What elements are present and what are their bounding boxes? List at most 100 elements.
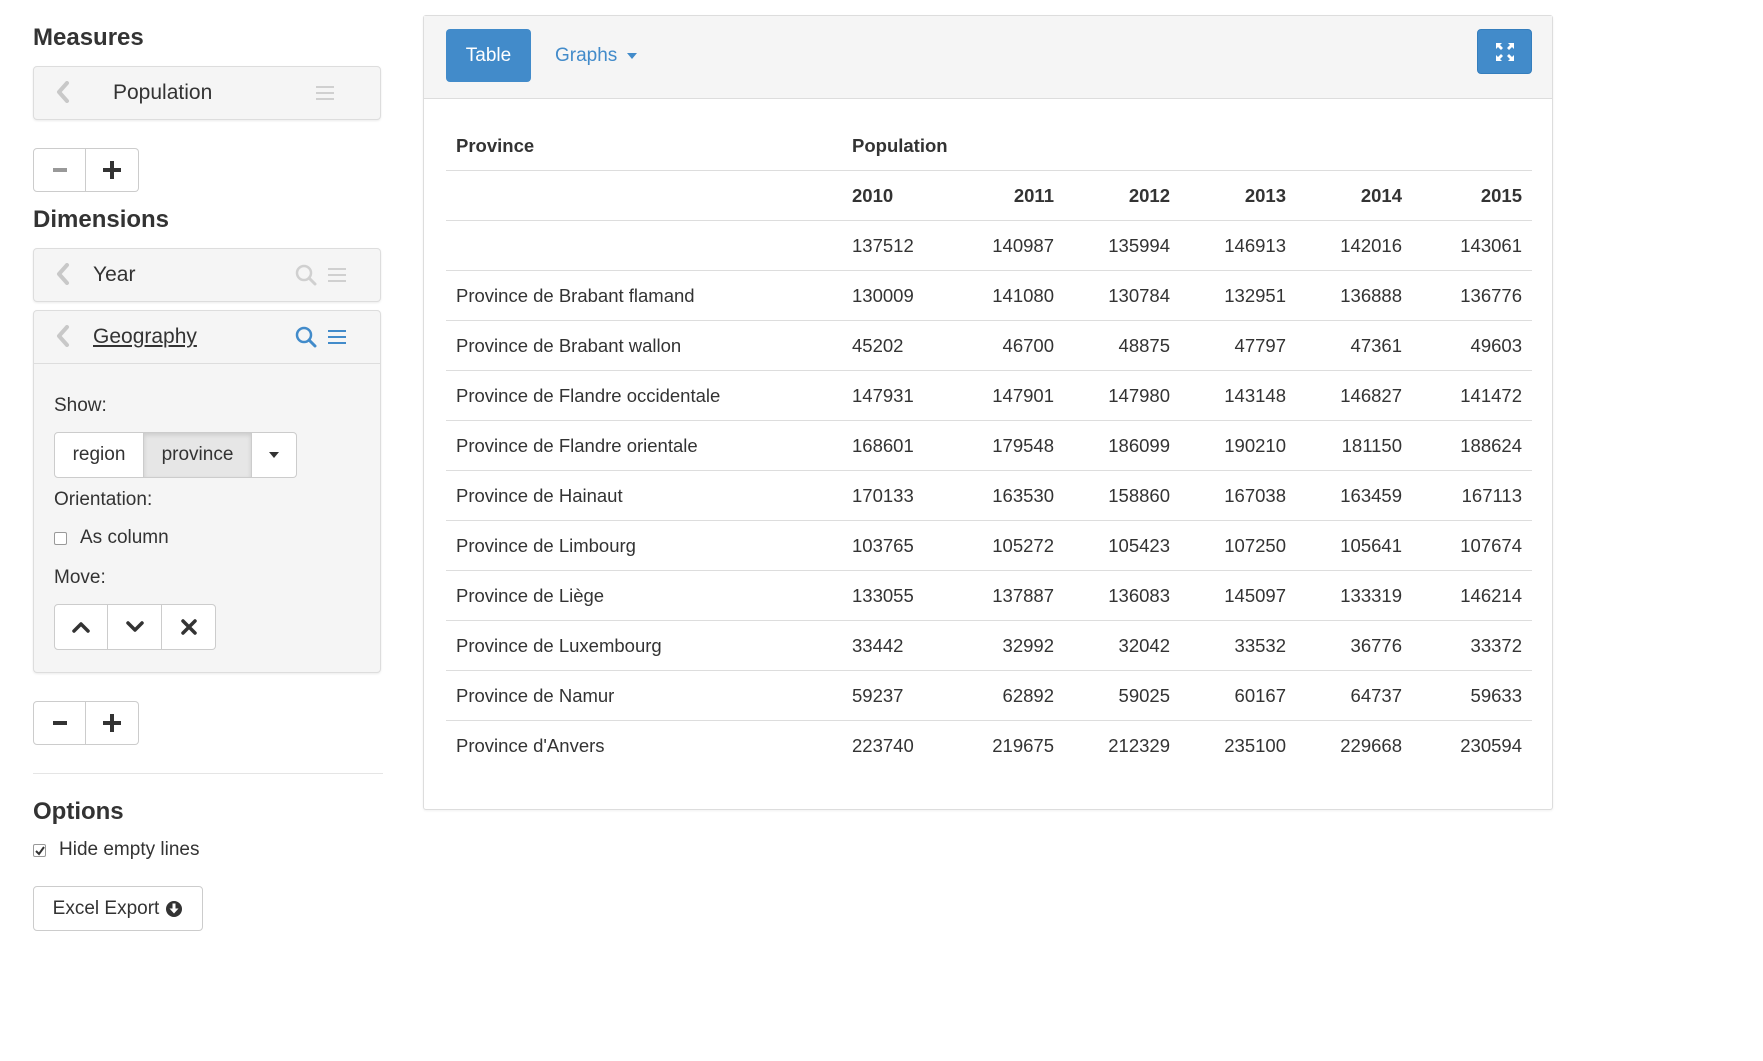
row-value-cell: 59237	[842, 670, 948, 721]
fullscreen-icon	[1495, 42, 1515, 62]
dimension-geography-label[interactable]: Geography	[93, 311, 197, 363]
dimension-item-geography: Geography Show: region province Orientat…	[33, 310, 381, 673]
chevron-left-icon[interactable]	[56, 325, 70, 347]
remove-dimension-button[interactable]	[162, 604, 216, 650]
excel-export-label: Excel Export	[52, 897, 160, 919]
header-empty-cell	[446, 170, 842, 221]
chevron-left-icon[interactable]	[56, 263, 70, 285]
row-value-cell: 168601	[842, 420, 948, 471]
search-icon[interactable]	[295, 264, 317, 286]
tab-graphs-dropdown[interactable]: Graphs	[555, 29, 638, 82]
header-population[interactable]: Population	[842, 122, 1532, 171]
row-value-cell: 62892	[948, 670, 1064, 721]
show-option-region[interactable]: region	[54, 432, 144, 478]
tab-table[interactable]: Table	[446, 29, 531, 82]
row-value-cell: 47361	[1296, 320, 1412, 371]
as-column-label: As column	[80, 527, 169, 548]
table-year-row: 2010 2011 2012 2013 2014 2015	[446, 170, 1532, 221]
menu-icon[interactable]	[328, 328, 346, 346]
row-value-cell: 107250	[1180, 520, 1296, 571]
row-province-name: Province de Namur	[446, 670, 842, 721]
row-value-cell: 146913	[1180, 220, 1296, 271]
measures-title: Measures	[33, 24, 144, 51]
row-value-cell: 130784	[1064, 270, 1180, 321]
show-label: Show:	[54, 395, 107, 416]
fullscreen-button[interactable]	[1477, 29, 1532, 74]
show-option-province[interactable]: province	[144, 432, 252, 478]
as-column-checkbox[interactable]	[54, 531, 67, 545]
row-value-cell: 235100	[1180, 720, 1296, 770]
row-province-name: Province de Flandre occidentale	[446, 370, 842, 421]
orientation-label: Orientation:	[54, 489, 153, 510]
header-year[interactable]: 2013	[1180, 170, 1296, 221]
row-value-cell: 33372	[1412, 620, 1532, 671]
dimension-year-label: Year	[93, 263, 136, 286]
move-down-button[interactable]	[108, 604, 162, 650]
row-value-cell: 132951	[1180, 270, 1296, 321]
row-value-cell: 163530	[948, 470, 1064, 521]
move-label: Move:	[54, 567, 106, 588]
table-row: Province de Limbourg 103765 105272 105423 10…	[446, 520, 1532, 571]
row-value-cell: 167113	[1412, 470, 1532, 521]
row-value-cell: 230594	[1412, 720, 1532, 770]
add-measure-button[interactable]	[86, 148, 139, 192]
move-up-button[interactable]	[54, 604, 108, 650]
row-value-cell: 45202	[842, 320, 948, 371]
row-value-cell: 147931	[842, 370, 948, 421]
divider	[33, 773, 383, 774]
excel-export-button[interactable]: Excel Export	[33, 886, 203, 931]
row-value-cell: 105641	[1296, 520, 1412, 571]
row-value-cell: 32042	[1064, 620, 1180, 671]
remove-dimension-group-button[interactable]	[33, 701, 86, 745]
show-level-selector: region province	[54, 432, 360, 478]
header-year[interactable]: 2011	[948, 170, 1064, 221]
sidebar: Measures Population Dimensions Year Geog…	[33, 18, 383, 931]
tab-graphs-label: Graphs	[555, 44, 618, 66]
hide-empty-row: Hide empty lines	[33, 832, 383, 868]
row-value-cell: 60167	[1180, 670, 1296, 721]
row-value-cell: 49603	[1412, 320, 1532, 371]
row-value-cell: 33532	[1180, 620, 1296, 671]
chevron-down-icon	[125, 621, 144, 633]
hide-empty-checkbox[interactable]	[33, 843, 46, 857]
header-year[interactable]: 2014	[1296, 170, 1412, 221]
row-province-name	[446, 220, 842, 271]
search-icon[interactable]	[295, 326, 317, 348]
row-value-cell: 229668	[1296, 720, 1412, 770]
show-dropdown-button[interactable]	[252, 432, 297, 478]
row-value-cell: 105272	[948, 520, 1064, 571]
move-button-group	[54, 604, 360, 650]
chevron-left-icon[interactable]	[56, 81, 70, 103]
row-province-name: Province de Liège	[446, 570, 842, 621]
row-value-cell: 163459	[1296, 470, 1412, 521]
row-value-cell: 190210	[1180, 420, 1296, 471]
geography-options-panel: Show: region province Orientation: As co…	[34, 363, 380, 672]
menu-icon[interactable]	[328, 266, 346, 284]
menu-icon[interactable]	[316, 84, 334, 102]
row-value-cell: 133055	[842, 570, 948, 621]
row-value-cell: 47797	[1180, 320, 1296, 371]
row-value-cell: 32992	[948, 620, 1064, 671]
header-year[interactable]: 2012	[1064, 170, 1180, 221]
row-value-cell: 143061	[1412, 220, 1532, 271]
remove-measure-button[interactable]	[33, 148, 86, 192]
table-header-row: Province Population	[446, 122, 1532, 171]
row-province-name: Province de Luxembourg	[446, 620, 842, 671]
header-year[interactable]: 2015	[1412, 170, 1532, 221]
row-value-cell: 136083	[1064, 570, 1180, 621]
row-value-cell: 212329	[1064, 720, 1180, 770]
minus-icon	[52, 721, 67, 725]
dimension-item-year: Year	[33, 248, 381, 302]
panel-header: Table Graphs	[424, 16, 1552, 99]
row-province-name: Province d'Anvers	[446, 720, 842, 770]
row-value-cell: 103765	[842, 520, 948, 571]
row-value-cell: 146214	[1412, 570, 1532, 621]
row-value-cell: 59633	[1412, 670, 1532, 721]
table-row: Province de Brabant wallon 45202 46700 4887…	[446, 320, 1532, 371]
header-province[interactable]: Province	[446, 122, 842, 171]
row-province-name: Province de Brabant flamand	[446, 270, 842, 321]
header-year[interactable]: 2010	[842, 170, 948, 221]
row-value-cell: 142016	[1296, 220, 1412, 271]
row-value-cell: 33442	[842, 620, 948, 671]
add-dimension-button[interactable]	[86, 701, 139, 745]
